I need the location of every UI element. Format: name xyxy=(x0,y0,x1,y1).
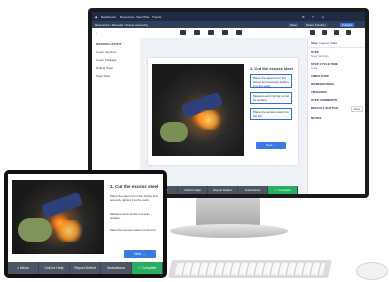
save-button[interactable]: Save xyxy=(288,23,299,27)
tab-layout[interactable]: Layout xyxy=(320,41,329,45)
left-panel-header: MASTER LAYOUT xyxy=(96,42,122,46)
bottom-action-bar: < Menu Call for Help Report Defect Instr… xyxy=(148,186,298,194)
nav-view-plan[interactable]: View Plan xyxy=(136,15,149,19)
left-panel-item[interactable]: Steel Tank xyxy=(92,72,140,80)
left-panel-item[interactable]: Cover Package xyxy=(92,56,140,64)
mouse xyxy=(356,262,388,280)
tool-icon[interactable] xyxy=(222,30,228,35)
report-defect-button[interactable]: Report Defect xyxy=(208,186,238,194)
user-avatar[interactable]: ● xyxy=(322,15,324,19)
next-button[interactable]: Next → xyxy=(124,250,156,258)
property-label[interactable]: STEP COMMENTS xyxy=(311,98,363,102)
call-for-help-button[interactable]: Call for Help xyxy=(178,186,208,194)
property-label[interactable]: NOTES xyxy=(311,116,363,120)
breadcrumb[interactable]: Resources / Manuals / Frame Assembly xyxy=(95,23,148,27)
report-defect-button[interactable]: Report Defect xyxy=(70,262,101,274)
property-label[interactable]: TIMED STEP xyxy=(311,74,363,78)
nav-trends[interactable]: Trends xyxy=(152,15,161,19)
complete-button[interactable]: ✓ Complete xyxy=(132,262,163,274)
share-button[interactable]: Share Solution xyxy=(304,23,328,27)
property-value[interactable]: Step Settings xyxy=(311,54,363,58)
app-logo-icon: ◆ xyxy=(95,15,98,19)
tool-icon[interactable] xyxy=(194,30,200,35)
panel-icon[interactable] xyxy=(334,30,339,35)
monitor-base xyxy=(170,224,288,238)
next-button[interactable]: Next → xyxy=(256,142,286,149)
property-label[interactable]: WAREHOUSING xyxy=(311,82,363,86)
grinding-photo xyxy=(12,180,104,254)
tab-data[interactable]: Data xyxy=(331,41,337,45)
panel-icon[interactable] xyxy=(322,30,327,35)
tool-icon[interactable] xyxy=(236,30,242,35)
instruction-text: Place the steel rod in the clamp and sec… xyxy=(110,194,158,202)
breadcrumb-bar: Resources / Manuals / Frame Assembly Sav… xyxy=(92,21,365,28)
glove-shape xyxy=(160,122,188,142)
bottom-action-bar: < Menu Call for Help Report Defect Instr… xyxy=(8,262,163,274)
instructions-button[interactable]: Instructions xyxy=(238,186,268,194)
left-panel-item[interactable]: Drilling Steel xyxy=(92,64,140,72)
tool-icon[interactable] xyxy=(208,30,214,35)
right-properties-panel: Step Layout Data STEP Step Settings STEP… xyxy=(307,38,365,194)
keyboard-keys xyxy=(174,263,326,275)
instruction-text: Measure and cut the rod at its surface. xyxy=(110,212,150,220)
property-label[interactable]: TRIGGERS xyxy=(311,90,363,94)
help-icon[interactable]: ? xyxy=(312,15,314,19)
panel-icon[interactable] xyxy=(310,30,315,35)
desktop-screen: ◆ Dashboard Resources View Plan Trends ⚙… xyxy=(92,12,365,194)
monitor-stand xyxy=(196,198,260,226)
instructions-button[interactable]: Instructions xyxy=(101,262,132,274)
instruction-text: Place the excess steel into the bin. xyxy=(110,228,157,232)
tablet-device: 1. Cut the excess steel Place the steel … xyxy=(4,170,167,278)
property-label: DEFAULT BUTTON xyxy=(311,106,338,110)
step-title: 1. Cut the excess steel xyxy=(250,66,293,71)
back-icon[interactable]: ‹ xyxy=(96,31,97,35)
tablet-screen: 1. Cut the excess steel Place the steel … xyxy=(8,174,163,274)
settings-icon[interactable]: ⚙ xyxy=(302,15,305,19)
property-value[interactable]: Total xyxy=(311,66,363,70)
instruction-box[interactable]: Place the steel rod in the clamp and sec… xyxy=(250,74,292,88)
sparks-shape xyxy=(194,110,224,130)
publish-button[interactable]: Publish xyxy=(340,23,354,27)
step-card: 1. Cut the excess steel Place the steel … xyxy=(148,58,298,194)
menu-button[interactable]: < Menu xyxy=(8,262,39,274)
instruction-box[interactable]: Place the excess steel into the bin. xyxy=(250,108,292,120)
instruction-box[interactable]: Measure and cut the rod at its surface. xyxy=(250,92,292,104)
brand-label: Dashboard xyxy=(101,15,116,19)
complete-button[interactable]: ✓ Complete xyxy=(268,186,298,194)
sparks-shape xyxy=(52,220,86,242)
call-for-help-button[interactable]: Call for Help xyxy=(39,262,70,274)
nav-resources[interactable]: Resources xyxy=(120,15,134,19)
left-panel-item[interactable]: Cover Sections xyxy=(92,48,140,56)
default-button-select[interactable]: Next xyxy=(350,106,363,112)
step-title: 1. Cut the excess steel xyxy=(110,184,159,189)
tool-icon[interactable] xyxy=(180,30,186,35)
top-navigation: ◆ Dashboard Resources View Plan Trends ⚙… xyxy=(92,12,365,21)
tab-step[interactable]: Step xyxy=(311,41,318,45)
glove-shape xyxy=(18,218,52,242)
panel-icon[interactable] xyxy=(346,30,351,35)
